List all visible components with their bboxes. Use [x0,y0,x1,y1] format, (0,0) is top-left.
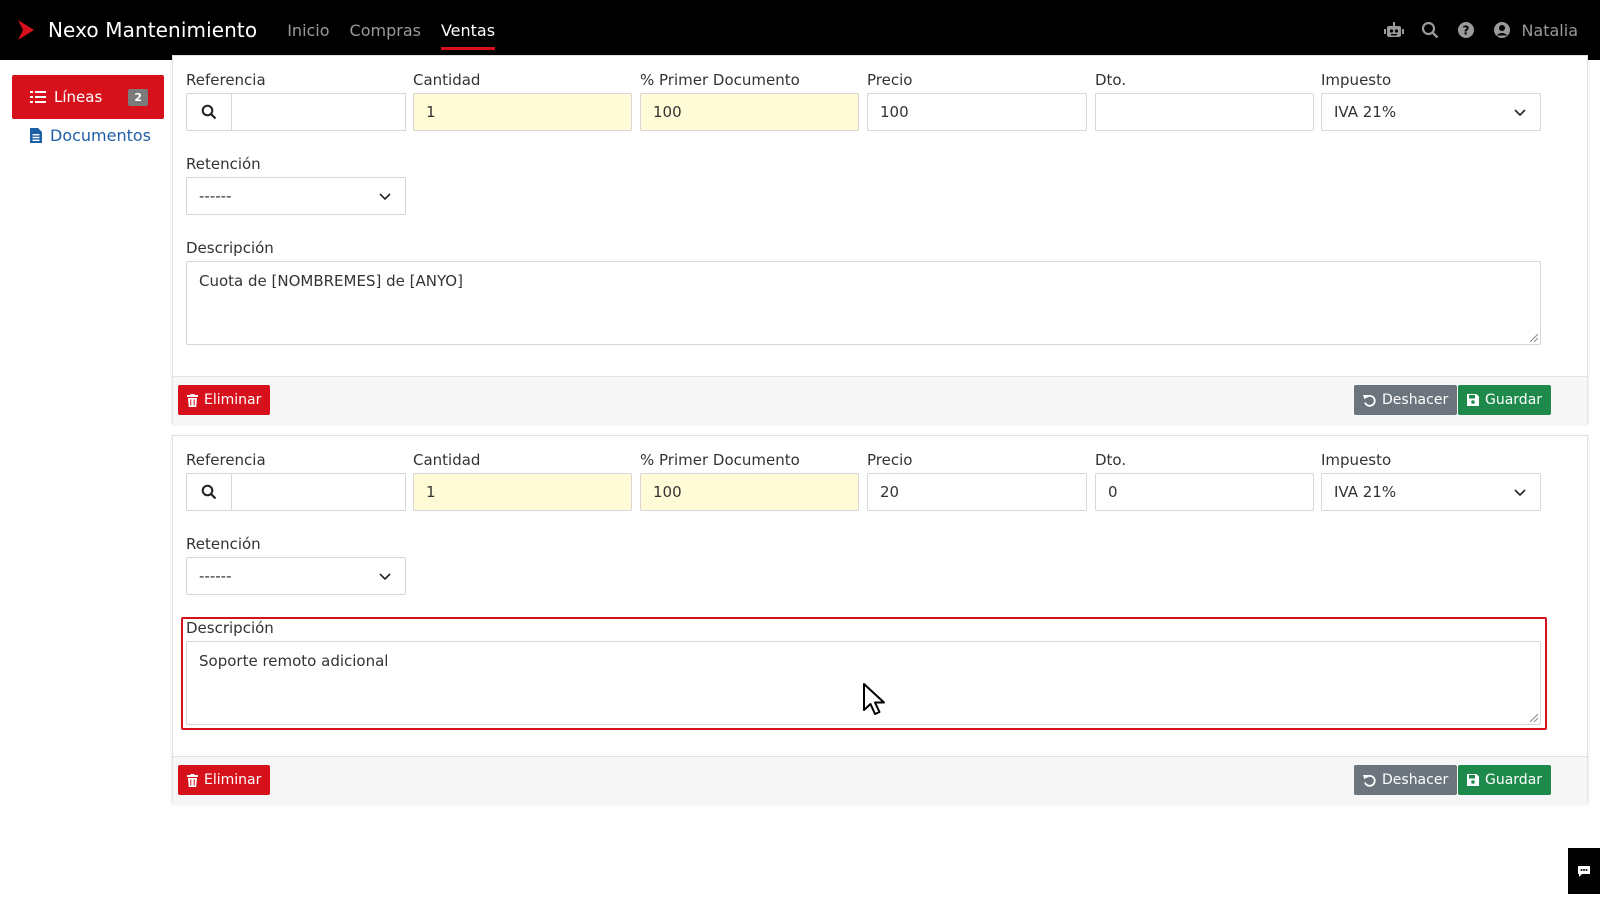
guardar-button[interactable]: Guardar [1458,385,1552,415]
dto-input[interactable]: 0 [1095,473,1314,511]
chevron-down-icon [1514,489,1526,497]
resize-handle-icon[interactable] [1530,714,1538,722]
referencia-input[interactable] [231,93,406,131]
resize-handle-icon[interactable] [1530,334,1538,342]
label-referencia: Referencia [186,451,266,469]
descripcion-text: Soporte remoto adicional [199,652,389,670]
cantidad-input[interactable]: 1 [413,93,632,131]
label-cantidad: Cantidad [413,71,481,89]
line-card-1: Referencia Cantidad 1 % Primer Documento… [172,55,1588,424]
nav-ventas[interactable]: Ventas [440,0,496,60]
search-icon [201,104,217,120]
robot-icon[interactable] [1383,19,1405,41]
sidebar-item-lineas[interactable]: Líneas 2 [12,75,164,119]
eliminar-button[interactable]: Eliminar [178,385,271,415]
chevron-down-icon [379,193,391,201]
save-icon [1467,394,1479,406]
mouse-cursor-icon [863,683,885,715]
label-impuesto: Impuesto [1321,71,1392,89]
impuesto-select-value: IVA 21% [1334,103,1397,121]
retencion-select-value: ------ [199,187,232,205]
trash-icon [187,773,198,787]
sidebar-item-label: Documentos [50,126,152,145]
referencia-input[interactable] [231,473,406,511]
brand-logo-icon [18,20,34,40]
sidebar-item-label: Líneas [54,88,103,106]
dto-input[interactable] [1095,93,1314,131]
label-dto: Dto. [1095,71,1127,89]
label-retencion: Retención [186,535,261,553]
app-title: Nexo Mantenimiento [48,18,258,42]
label-primer-documento: % Primer Documento [640,451,800,469]
referencia-search-button[interactable] [186,93,231,131]
trash-icon [187,393,198,407]
label-cantidad: Cantidad [413,451,481,469]
eliminar-label: Eliminar [204,772,262,788]
nav-inicio[interactable]: Inicio [287,0,329,60]
user-avatar-icon[interactable] [1491,19,1513,41]
sidebar-item-documentos[interactable]: Documentos [30,126,151,145]
cantidad-input[interactable]: 1 [413,473,632,511]
retencion-select[interactable]: ------ [186,177,406,215]
sidebar: Líneas 2 Documentos [0,60,170,900]
referencia-group [186,473,406,511]
label-dto: Dto. [1095,451,1127,469]
chevron-down-icon [379,573,391,581]
label-primer-documento: % Primer Documento [640,71,800,89]
top-navbar: Nexo Mantenimiento Inicio Compras Ventas… [0,0,1600,60]
search-icon [201,484,217,500]
guardar-label: Guardar [1485,392,1543,408]
deshacer-label: Deshacer [1382,392,1449,408]
label-impuesto: Impuesto [1321,451,1392,469]
primer-documento-input[interactable]: 100 [640,93,859,131]
brand[interactable]: Nexo Mantenimiento [18,18,257,42]
guardar-label: Guardar [1485,772,1543,788]
impuesto-select[interactable]: IVA 21% [1321,93,1541,131]
descripcion-text: Cuota de [NOMBREMES] de [ANYO] [199,272,463,290]
retencion-select[interactable]: ------ [186,557,406,595]
referencia-group [186,93,406,131]
retencion-select-value: ------ [199,567,232,585]
eliminar-label: Eliminar [204,392,262,408]
document-icon [30,128,42,143]
label-precio: Precio [867,451,913,469]
precio-input[interactable]: 100 [867,93,1087,131]
chevron-down-icon [1514,109,1526,117]
nav-compras[interactable]: Compras [350,0,421,60]
eliminar-button[interactable]: Eliminar [178,765,271,795]
label-retencion: Retención [186,155,261,173]
chat-icon [1578,865,1590,877]
primer-documento-input[interactable]: 100 [640,473,859,511]
chat-button[interactable] [1568,848,1600,894]
descripcion-textarea[interactable]: Cuota de [NOMBREMES] de [ANYO] [186,261,1541,345]
label-referencia: Referencia [186,71,266,89]
referencia-search-button[interactable] [186,473,231,511]
label-descripcion: Descripción [186,239,274,257]
guardar-button[interactable]: Guardar [1458,765,1552,795]
list-icon [30,91,46,103]
user-name[interactable]: Natalia [1521,21,1578,40]
lineas-count-badge: 2 [128,89,148,106]
save-icon [1467,774,1479,786]
line-card-footer: Eliminar Deshacer Guardar [173,376,1587,424]
help-icon[interactable]: ? [1455,19,1477,41]
precio-input[interactable]: 20 [867,473,1087,511]
impuesto-select[interactable]: IVA 21% [1321,473,1541,511]
label-precio: Precio [867,71,913,89]
main-nav: Inicio Compras Ventas [287,0,515,60]
impuesto-select-value: IVA 21% [1334,483,1397,501]
svg-text:?: ? [1463,24,1470,38]
top-icons: ? Natalia [1369,0,1578,60]
label-descripcion: Descripción [186,619,274,637]
line-card-2: Referencia Cantidad 1 % Primer Documento… [172,435,1588,804]
search-icon[interactable] [1419,19,1441,41]
deshacer-button[interactable]: Deshacer [1354,765,1458,795]
line-card-footer: Eliminar Deshacer Guardar [173,756,1587,804]
deshacer-label: Deshacer [1382,772,1449,788]
undo-icon [1363,394,1376,407]
deshacer-button[interactable]: Deshacer [1354,385,1458,415]
undo-icon [1363,774,1376,787]
